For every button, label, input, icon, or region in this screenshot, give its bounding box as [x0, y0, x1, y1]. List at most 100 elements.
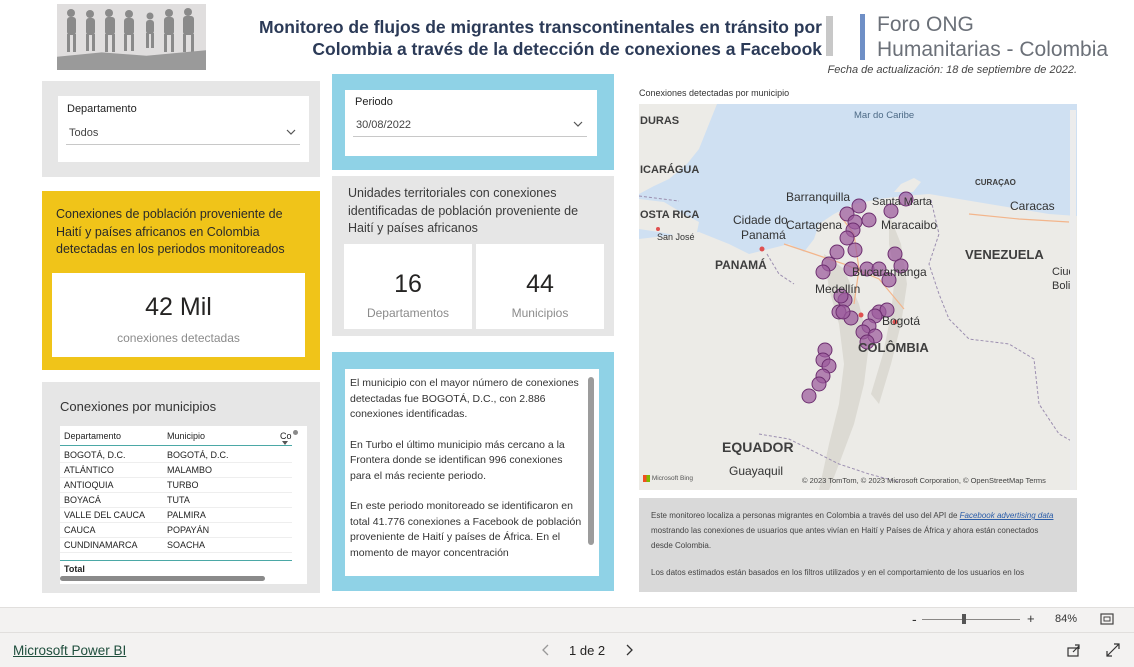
table-row[interactable]: BOGOTÁ, D.C. BOGOTÁ, D.C.	[60, 448, 292, 463]
departamento-dropdown-value: Todos	[69, 127, 99, 139]
cell-municipio: TUTA	[167, 495, 190, 505]
table-row[interactable]: ANTIOQUIA TURBO	[60, 478, 292, 493]
map-label-caribbean: Mar do Caribe	[854, 110, 915, 121]
fullscreen-icon[interactable]	[1106, 643, 1120, 657]
cell-departamento: VALLE DEL CAUCA	[64, 510, 146, 520]
map-label-nicaragua: ICARÁGUA	[640, 164, 700, 176]
cell-municipio: POPAYÁN	[167, 525, 210, 535]
departamento-slicer: Departamento Todos	[58, 96, 309, 162]
table-header: Departamento Municipio Co	[60, 426, 292, 446]
facebook-ads-link[interactable]: Facebook advertising data	[960, 511, 1054, 520]
table-row[interactable]: BOYACÁ TUTA	[60, 493, 292, 508]
map-marker[interactable]	[851, 198, 867, 214]
kpi-connections-card: Conexiones de población proveniente de H…	[42, 191, 320, 370]
municipios-table[interactable]: Departamento Municipio Co BOGOTÁ, D.C. BO…	[60, 426, 307, 584]
sort-desc-icon[interactable]	[282, 441, 288, 445]
map-marker[interactable]	[801, 388, 817, 404]
narrative-box[interactable]: El municipio con el mayor número de cone…	[345, 369, 599, 576]
map-label-guayaquil: Guayaquil	[729, 464, 784, 478]
map-label-caracas: Caracas	[1010, 199, 1055, 213]
narrative-paragraph-3: En este periodo monitoreado se identific…	[350, 500, 582, 559]
zoom-bar: - + 84%	[0, 607, 1134, 632]
table-vertical-scrollbar[interactable]	[293, 430, 298, 435]
column-header-conexiones[interactable]: Co	[280, 431, 292, 441]
powerbi-link[interactable]: Microsoft Power BI	[13, 643, 126, 658]
info-paragraph-2: Los datos estimados están basados en los…	[651, 568, 1025, 577]
foro-logo-bar	[860, 14, 865, 60]
map-marker[interactable]	[835, 304, 851, 320]
table-total-row: Total	[60, 560, 292, 576]
table-row[interactable]: CAUCA POPAYÁN	[60, 523, 292, 538]
map-marker[interactable]	[811, 376, 827, 392]
info-text-after: mostrando las conexiones de usuarios que…	[651, 526, 1039, 550]
report-canvas: Monitoreo de flujos de migrantes transco…	[0, 0, 1134, 607]
map-marker[interactable]	[847, 242, 863, 258]
narrative-paragraph-1: El municipio con el mayor número de cone…	[350, 377, 579, 420]
map-label-colombia: COLÔMBIA	[858, 340, 929, 355]
info-box[interactable]: Este monitoreo localiza a personas migra…	[639, 498, 1077, 592]
page-indicator: 1 de 2	[569, 643, 606, 658]
map-label-medellin: Medellín	[815, 282, 861, 296]
org-name-line-1: Foro ONG	[877, 13, 974, 36]
municipios-card: 44 Municipios	[476, 244, 604, 329]
map-label-barranquilla: Barranquilla	[786, 190, 851, 204]
departamento-slicer-panel: Departamento Todos	[42, 81, 320, 177]
map-label-santa-marta: Santa Marta	[872, 196, 932, 208]
municipios-table-panel: Conexiones por municipios Departamento M…	[42, 382, 320, 593]
table-row[interactable]: CUNDINAMARCA SOACHA	[60, 538, 292, 553]
fit-to-page-icon[interactable]	[1100, 613, 1114, 625]
table-row[interactable]: VALLE DEL CAUCA PALMIRA	[60, 508, 292, 523]
title-line-1: Monitoreo de flujos de migrantes transco…	[259, 17, 822, 37]
table-title: Conexiones por municipios	[60, 399, 217, 414]
periodo-slicer-label: Periodo	[355, 96, 393, 108]
periodo-slicer-panel: Periodo 30/08/2022	[332, 74, 614, 170]
map-marker[interactable]	[829, 244, 845, 260]
departamentos-value: 16	[394, 270, 422, 298]
cell-departamento: BOGOTÁ, D.C.	[64, 450, 126, 460]
map-scroll-track	[1070, 110, 1076, 490]
narrative-paragraph-2: En Turbo el último municipio más cercano…	[350, 438, 565, 482]
table-horizontal-scrollbar[interactable]	[60, 576, 265, 581]
narrative-scrollbar[interactable]	[588, 377, 594, 545]
cell-municipio: SOACHA	[167, 540, 206, 550]
zoom-slider-track[interactable]	[922, 619, 1020, 620]
column-header-departamento[interactable]: Departamento	[64, 431, 121, 441]
kpi-value-box: 42 Mil conexiones detectadas	[52, 273, 305, 357]
cell-departamento: ATLÁNTICO	[64, 465, 114, 475]
zoom-slider-thumb[interactable]	[962, 614, 966, 624]
cell-departamento: ANTIOQUIA	[64, 480, 114, 490]
powerbi-footer: 1 de 2	[0, 632, 1134, 667]
map-marker[interactable]	[815, 264, 831, 280]
zoom-out-button[interactable]: -	[912, 611, 917, 627]
map-label-maracaibo: Maracaibo	[881, 218, 938, 232]
next-page-icon[interactable]	[626, 644, 634, 656]
org-name-line-2: Humanitarias - Colombia	[877, 38, 1109, 61]
title-line-2: Colombia a través de la detección de con…	[312, 39, 822, 59]
map-label-cidade: Cidade do	[733, 213, 788, 227]
periodo-dropdown-value: 30/08/2022	[356, 119, 412, 131]
title-divider	[826, 16, 833, 56]
departamento-dropdown[interactable]: Todos	[66, 123, 300, 145]
kpi-title: Conexiones de población proveniente de H…	[56, 207, 285, 256]
share-icon[interactable]	[1067, 643, 1081, 657]
map-label-bucaramanga: Bucaramanga	[852, 265, 927, 279]
zoom-in-button[interactable]: +	[1027, 611, 1035, 626]
map-label-san-jose: San José	[657, 232, 695, 242]
departamentos-label: Departamentos	[366, 306, 450, 320]
map-attribution[interactable]: © 2023 TomTom, © 2023 Microsoft Corporat…	[802, 476, 1067, 485]
previous-page-icon[interactable]	[541, 644, 549, 656]
narrative-panel: El municipio con el mayor número de cone…	[332, 352, 614, 591]
update-date: Fecha de actualización: 18 de septiembre…	[827, 64, 1078, 76]
table-row[interactable]: ATLÁNTICO MALAMBO	[60, 463, 292, 478]
connections-map[interactable]: DURAS ICARÁGUA OSTA RICA San José Mar do…	[639, 104, 1077, 490]
info-text: Este monitoreo localiza a personas migra…	[651, 508, 1061, 580]
periodo-dropdown[interactable]: 30/08/2022	[353, 115, 587, 137]
column-header-municipio[interactable]: Municipio	[167, 431, 205, 441]
bing-label: Microsoft Bing	[651, 475, 693, 483]
migrants-logo	[57, 4, 206, 70]
periodo-slicer: Periodo 30/08/2022	[345, 90, 597, 156]
map-marker[interactable]	[839, 230, 855, 246]
map-marker[interactable]	[861, 212, 877, 228]
map-label-ecuador: EQUADOR	[722, 439, 794, 455]
departamentos-card: 16 Departamentos	[344, 244, 472, 329]
